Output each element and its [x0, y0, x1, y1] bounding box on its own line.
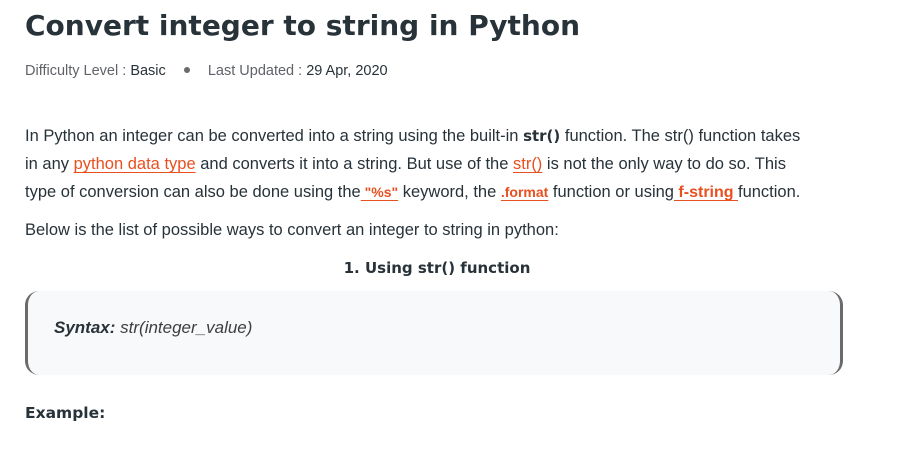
inline-code-str: str() — [523, 127, 561, 145]
python-data-type-link[interactable]: python data type — [74, 155, 196, 173]
intro-text: and converts it into a string. But use o… — [195, 155, 513, 173]
updated-value: 29 Apr, 2020 — [306, 63, 388, 79]
intro-text: In Python an integer can be converted in… — [25, 127, 524, 145]
example-label: Example: — [25, 404, 106, 422]
intro-text: function. — [737, 183, 801, 201]
intro-text: function or using — [548, 183, 674, 201]
intro-text: function. The str() function takes — [560, 127, 801, 145]
syntax-value: str(integer_value) — [115, 318, 253, 337]
intro-line-3: type of conversion can also be done usin… — [25, 178, 855, 207]
list-intro-paragraph: Below is the list of possible ways to co… — [25, 221, 559, 239]
updated-label: Last Updated : — [207, 63, 307, 79]
page-title: Convert integer to string in Python — [25, 9, 581, 42]
difficulty-value: Basic — [130, 63, 166, 79]
intro-text: in any — [25, 155, 74, 173]
f-string-link[interactable]: f-string — [674, 184, 738, 201]
intro-text: is not the only way to do so. This — [542, 155, 786, 173]
intro-text: type of conversion can also be done usin… — [25, 183, 361, 201]
difficulty-label: Difficulty Level : — [25, 63, 131, 79]
syntax-label: Syntax: — [54, 318, 116, 337]
format-link[interactable]: .format — [501, 184, 548, 200]
syntax-box: Syntax: str(integer_value) — [25, 291, 843, 375]
percent-s-link[interactable]: "%s" — [361, 184, 399, 200]
intro-line-2: in any python data type and converts it … — [25, 150, 855, 178]
str-function-link[interactable]: str() — [513, 155, 542, 173]
separator-dot-icon — [183, 67, 190, 74]
article-meta: Difficulty Level : Basic Last Updated : … — [25, 60, 388, 82]
intro-paragraph: In Python an integer can be converted in… — [25, 122, 855, 207]
intro-text: keyword, the — [398, 183, 501, 201]
section-heading: 1. Using str() function — [343, 259, 531, 277]
intro-line-1: In Python an integer can be converted in… — [25, 122, 855, 150]
syntax-text: Syntax: str(integer_value) — [54, 318, 252, 338]
